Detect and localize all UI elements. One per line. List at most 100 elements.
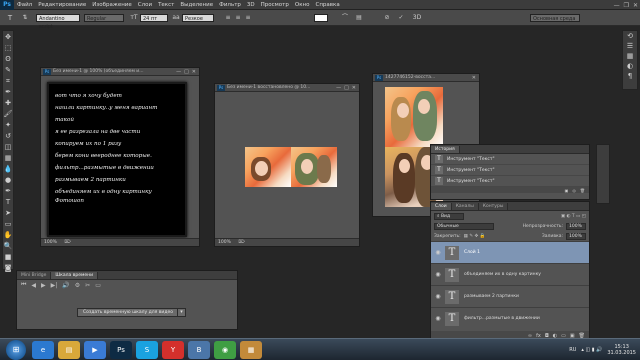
tab-timeline[interactable]: Шкала времени: [51, 272, 99, 279]
hand-tool-icon[interactable]: ✋: [3, 230, 13, 240]
status-arrow-icon[interactable]: ⌦: [238, 240, 244, 245]
eye-icon[interactable]: ◉: [431, 315, 445, 322]
taskbar-app-icon[interactable]: В: [188, 340, 210, 359]
color-swatches-icon[interactable]: ■: [3, 252, 13, 262]
commit-edit-icon[interactable]: ✓: [396, 13, 406, 23]
taskbar-app-icon[interactable]: S: [136, 340, 158, 359]
audio-icon[interactable]: 🔊: [62, 282, 69, 289]
font-style-select[interactable]: Regular: [84, 14, 124, 22]
fill-field[interactable]: 100%: [566, 232, 586, 240]
gradient-tool-icon[interactable]: ▦: [3, 153, 13, 163]
document-2-canvas[interactable]: [245, 147, 337, 187]
warp-text-icon[interactable]: ⌒: [340, 13, 350, 23]
tab-layers[interactable]: Слои: [431, 203, 452, 210]
lasso-tool-icon[interactable]: ʘ: [3, 54, 13, 64]
marquee-tool-icon[interactable]: ⬚: [3, 43, 13, 53]
crop-tool-icon[interactable]: ⌗: [3, 76, 13, 86]
restore-button[interactable]: ❐: [624, 2, 629, 9]
history-panel-icon[interactable]: ⟲: [623, 31, 637, 41]
path-select-tool-icon[interactable]: ➤: [3, 208, 13, 218]
adjustments-panel-icon[interactable]: ◐: [623, 61, 637, 71]
doc-close-icon[interactable]: ✕: [352, 85, 356, 91]
history-brush-tool-icon[interactable]: ↺: [3, 131, 13, 141]
quick-select-tool-icon[interactable]: ✎: [3, 65, 13, 75]
cancel-edit-icon[interactable]: ⊘: [382, 13, 392, 23]
doc-minimize-icon[interactable]: —: [336, 85, 341, 91]
move-tool-icon[interactable]: ✥: [3, 32, 13, 42]
trash-icon[interactable]: 🗑: [580, 188, 585, 193]
menu-window[interactable]: Окно: [292, 2, 313, 8]
workspace-select[interactable]: Основная среда: [530, 14, 580, 22]
swatches-panel-icon[interactable]: ▦: [623, 51, 637, 61]
healing-brush-tool-icon[interactable]: ✚: [3, 98, 13, 108]
history-step[interactable]: T Инструмент "Текст": [431, 176, 589, 187]
type-tool-preset-icon[interactable]: T: [4, 13, 16, 23]
filter-icons[interactable]: ▣ ◐ T ▭ ◰: [561, 214, 586, 219]
eye-icon[interactable]: ◉: [431, 293, 445, 300]
minimize-button[interactable]: —: [614, 2, 620, 9]
start-button[interactable]: ⊞: [6, 339, 26, 360]
camera-icon[interactable]: ◎: [572, 188, 576, 193]
menu-edit[interactable]: Редактирование: [35, 2, 89, 8]
document-1-canvas[interactable]: вот что я хочу будет нашли картинку..у м…: [47, 82, 187, 237]
play-icon[interactable]: ▶: [41, 282, 46, 289]
taskbar-app-icon[interactable]: Y: [162, 340, 184, 359]
layer-row[interactable]: ◉ T фильтр...размытые в движении: [431, 307, 589, 329]
blur-tool-icon[interactable]: 💧: [3, 164, 13, 174]
menu-layers[interactable]: Слои: [135, 2, 155, 8]
orientation-toggle-icon[interactable]: ⇅: [20, 13, 30, 23]
tab-channels[interactable]: Каналы: [451, 203, 479, 210]
paragraph-panel-icon[interactable]: ¶: [623, 71, 637, 81]
eye-icon[interactable]: ◉: [431, 271, 445, 278]
eye-icon[interactable]: ◉: [431, 249, 445, 256]
layer-kind-select[interactable]: ⌕ Вид: [434, 212, 464, 220]
first-frame-icon[interactable]: ⏮: [21, 281, 26, 289]
properties-panel-icon[interactable]: ☰: [623, 41, 637, 51]
font-family-select[interactable]: Andantino script: [36, 14, 80, 30]
doc-maximize-icon[interactable]: □: [344, 85, 349, 91]
doc-close-icon[interactable]: ✕: [192, 69, 196, 75]
menu-image[interactable]: Изображение: [89, 2, 135, 8]
menu-3d[interactable]: 3D: [244, 2, 258, 8]
align-right-icon[interactable]: ≡: [244, 13, 252, 23]
eraser-tool-icon[interactable]: ◫: [3, 142, 13, 152]
zoom-tool-icon[interactable]: 🔍: [3, 241, 13, 251]
layer-row[interactable]: ◉ T Слой 1: [431, 241, 589, 263]
document-3-titlebar[interactable]: Ps 1427746152-восста... ✕: [373, 74, 479, 82]
settings-icon[interactable]: ⚙: [75, 282, 80, 289]
timeline-dropdown-icon[interactable]: ▾: [177, 308, 186, 317]
next-frame-icon[interactable]: ▶|: [51, 282, 58, 289]
dodge-tool-icon[interactable]: ●: [3, 175, 13, 185]
character-panel-icon[interactable]: ▤: [354, 13, 364, 23]
history-step[interactable]: T Инструмент "Текст": [431, 154, 589, 165]
taskbar-app-icon[interactable]: ▤: [58, 340, 80, 359]
tray-icons[interactable]: ▴ ◫ ▮ 🔊: [581, 347, 602, 353]
menu-help[interactable]: Справка: [312, 2, 342, 8]
new-document-icon[interactable]: ▣: [565, 188, 569, 193]
cut-icon[interactable]: ✂: [85, 282, 90, 289]
tab-mini-bridge[interactable]: Mini Bridge: [17, 272, 52, 279]
prev-frame-icon[interactable]: ◀: [31, 282, 36, 289]
type-tool-icon[interactable]: T: [3, 197, 13, 207]
taskbar-app-icon[interactable]: Ps: [110, 340, 132, 359]
layer-row[interactable]: ◉ T объединяем их в одну картинку: [431, 263, 589, 285]
close-button[interactable]: ✕: [633, 2, 638, 9]
doc-maximize-icon[interactable]: □: [184, 69, 189, 75]
anti-alias-select[interactable]: Резкое: [182, 14, 214, 22]
clock[interactable]: 15:13 31.03.2015: [607, 344, 636, 356]
eyedropper-tool-icon[interactable]: ✒: [3, 87, 13, 97]
taskbar-app-icon[interactable]: ▶: [84, 340, 106, 359]
document-2-titlebar[interactable]: Ps Без имени-1 восстановлено @ 10... — □ ✕: [215, 84, 359, 92]
menu-file[interactable]: Файл: [14, 2, 35, 8]
tab-paths[interactable]: Контуры: [478, 203, 509, 210]
pen-tool-icon[interactable]: ✒: [3, 186, 13, 196]
doc-minimize-icon[interactable]: —: [176, 69, 181, 75]
brush-tool-icon[interactable]: 🖌: [3, 109, 13, 119]
shape-tool-icon[interactable]: ▭: [3, 219, 13, 229]
opacity-field[interactable]: 100%: [566, 222, 586, 230]
taskbar-app-icon[interactable]: e: [32, 340, 54, 359]
doc-close-icon[interactable]: ✕: [472, 75, 476, 81]
tab-history[interactable]: История: [431, 146, 460, 153]
taskbar-app-icon[interactable]: ◉: [214, 340, 236, 359]
status-arrow-icon[interactable]: ⌦: [64, 240, 70, 245]
